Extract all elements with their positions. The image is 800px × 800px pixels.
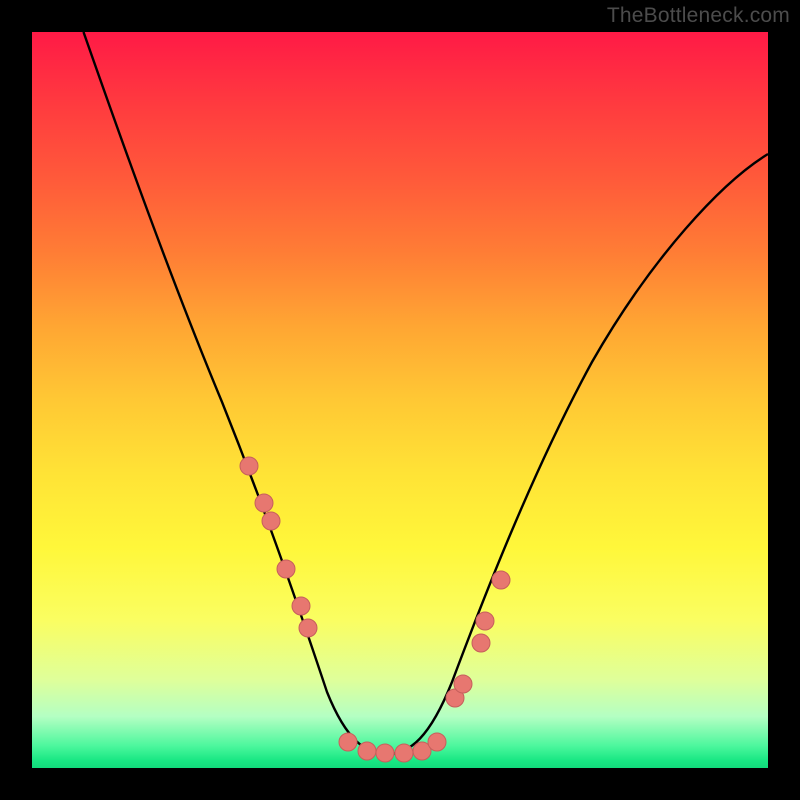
marker-group <box>240 457 510 762</box>
curve-marker <box>277 560 295 578</box>
watermark-text: TheBottleneck.com <box>607 4 790 28</box>
curve-marker <box>339 733 357 751</box>
curve-marker <box>395 744 413 762</box>
chart-plot-area <box>32 32 768 768</box>
curve-marker <box>376 744 394 762</box>
curve-marker <box>454 675 472 693</box>
curve-marker <box>476 612 494 630</box>
curve-marker <box>428 733 446 751</box>
curve-marker <box>358 742 376 760</box>
curve-marker <box>255 494 273 512</box>
curve-marker <box>492 571 510 589</box>
chart-frame: TheBottleneck.com <box>0 0 800 800</box>
bottleneck-curve-path <box>84 32 769 754</box>
curve-marker <box>262 512 280 530</box>
curve-marker <box>240 457 258 475</box>
curve-marker <box>299 619 317 637</box>
chart-svg <box>32 32 768 768</box>
curve-marker <box>472 634 490 652</box>
curve-marker <box>292 597 310 615</box>
